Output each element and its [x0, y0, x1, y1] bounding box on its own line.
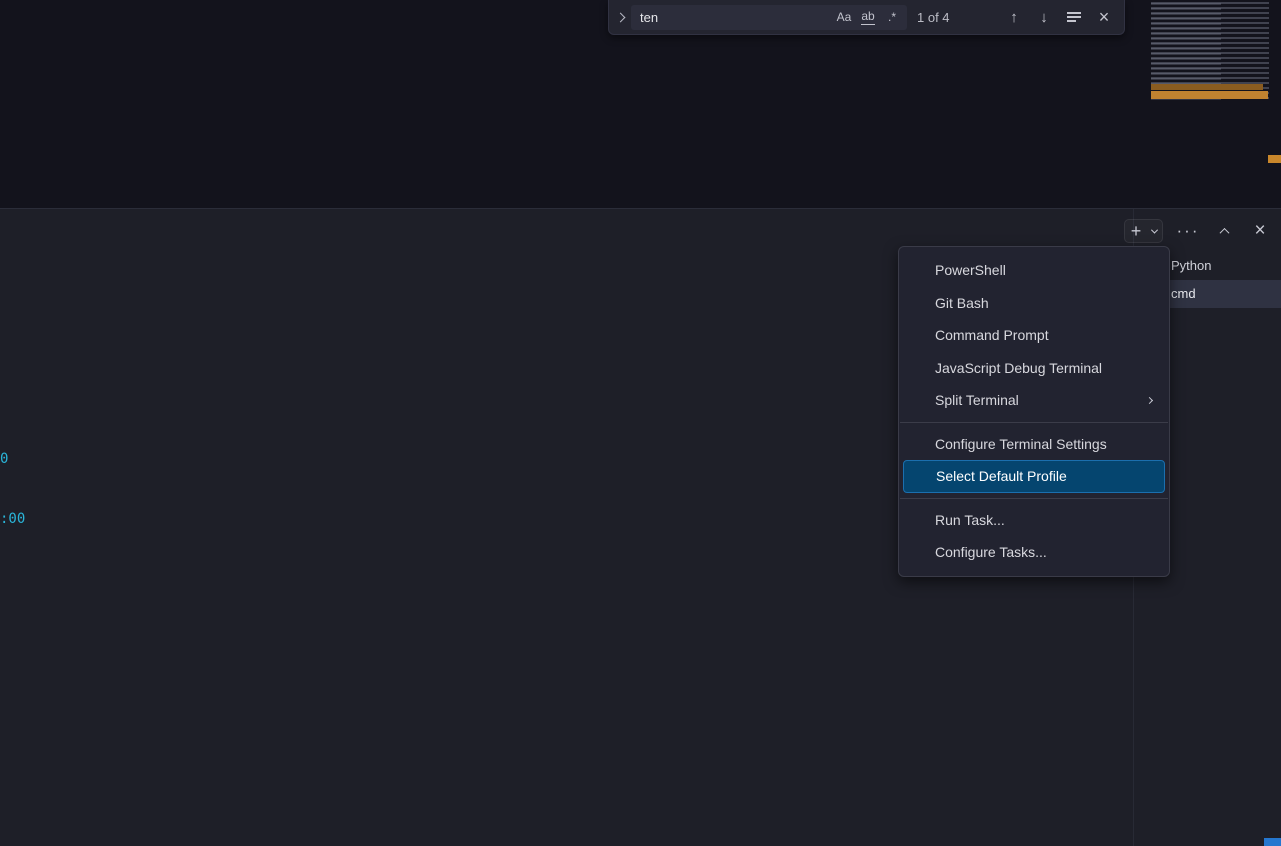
terminal-profile-dropdown-button[interactable] [1147, 226, 1162, 234]
ellipsis-icon: ··· [1176, 221, 1200, 240]
menu-item-split-terminal[interactable]: Split Terminal [899, 384, 1169, 417]
minimap-search-highlight [1151, 84, 1263, 90]
previous-match-button[interactable]: ↑ [1002, 5, 1026, 29]
panel-scrollbar-thumb[interactable] [1264, 838, 1281, 846]
menu-item-label: Select Default Profile [936, 468, 1067, 485]
minimap[interactable] [1151, 0, 1271, 106]
menu-item-javascript-debug-terminal[interactable]: JavaScript Debug Terminal [899, 352, 1169, 385]
minimap-search-highlight [1151, 91, 1268, 99]
regex-toggle[interactable]: .* [881, 7, 903, 27]
menu-item-label: Configure Terminal Settings [935, 435, 1107, 452]
whole-word-toggle[interactable]: ab [857, 7, 879, 27]
menu-item-label: JavaScript Debug Terminal [935, 359, 1103, 376]
close-icon: × [1254, 220, 1266, 241]
menu-separator [900, 421, 1168, 423]
submenu-chevron-icon [1145, 396, 1154, 404]
arrow-down-icon: ↓ [1040, 8, 1048, 26]
find-actions: ↑ ↓ × [1002, 5, 1118, 29]
terminal-profile-context-menu: PowerShell Git Bash Command Prompt JavaS… [898, 246, 1170, 577]
find-results-count: 1 of 4 [917, 9, 950, 25]
menu-item-run-task[interactable]: Run Task... [899, 504, 1169, 537]
new-terminal-button[interactable]: + [1125, 220, 1147, 242]
find-widget: Aa ab .* 1 of 4 ↑ ↓ × [608, 0, 1125, 35]
find-input-box: Aa ab .* [631, 4, 907, 30]
chevron-right-icon [615, 12, 625, 22]
next-match-button[interactable]: ↓ [1032, 5, 1056, 29]
maximize-panel-button[interactable] [1213, 219, 1235, 243]
menu-item-git-bash[interactable]: Git Bash [899, 287, 1169, 320]
close-icon: × [1098, 6, 1110, 27]
menu-item-label: Git Bash [935, 294, 989, 311]
menu-separator [900, 497, 1168, 499]
terminal-panel-toolbar: + ··· × [1124, 218, 1271, 244]
plus-icon: + [1130, 221, 1142, 241]
terminal-output-text: 0 [0, 451, 9, 467]
match-case-icon: Aa [836, 10, 852, 24]
match-case-toggle[interactable]: Aa [833, 7, 855, 27]
overview-ruler-match-marker [1268, 155, 1281, 163]
menu-item-label: PowerShell [935, 262, 1006, 279]
editor-area: Aa ab .* 1 of 4 ↑ ↓ × [0, 0, 1281, 208]
whole-word-icon: ab [861, 9, 875, 25]
close-panel-button[interactable]: × [1249, 219, 1271, 243]
close-find-button[interactable]: × [1092, 5, 1116, 29]
toggle-replace-button[interactable] [609, 0, 631, 34]
menu-item-powershell[interactable]: PowerShell [899, 254, 1169, 287]
menu-item-label: Command Prompt [935, 327, 1049, 344]
new-terminal-split-button: + [1124, 219, 1163, 243]
menu-item-label: Run Task... [935, 511, 1005, 528]
chevron-down-icon [1150, 226, 1159, 234]
terminal-output-text: :00 [0, 511, 26, 527]
arrow-up-icon: ↑ [1010, 8, 1018, 26]
menu-item-label: Configure Tasks... [935, 544, 1047, 561]
menu-item-label: Split Terminal [935, 392, 1019, 409]
menu-item-configure-terminal-settings[interactable]: Configure Terminal Settings [899, 428, 1169, 461]
find-in-selection-button[interactable] [1062, 5, 1086, 29]
menu-item-command-prompt[interactable]: Command Prompt [899, 319, 1169, 352]
menu-item-select-default-profile[interactable]: Select Default Profile [903, 460, 1165, 493]
more-actions-button[interactable]: ··· [1177, 219, 1199, 243]
chevron-up-icon [1219, 227, 1229, 238]
menu-item-configure-tasks[interactable]: Configure Tasks... [899, 536, 1169, 569]
find-in-selection-icon [1067, 12, 1081, 22]
find-input[interactable] [640, 9, 831, 25]
regex-icon: .* [887, 10, 896, 24]
